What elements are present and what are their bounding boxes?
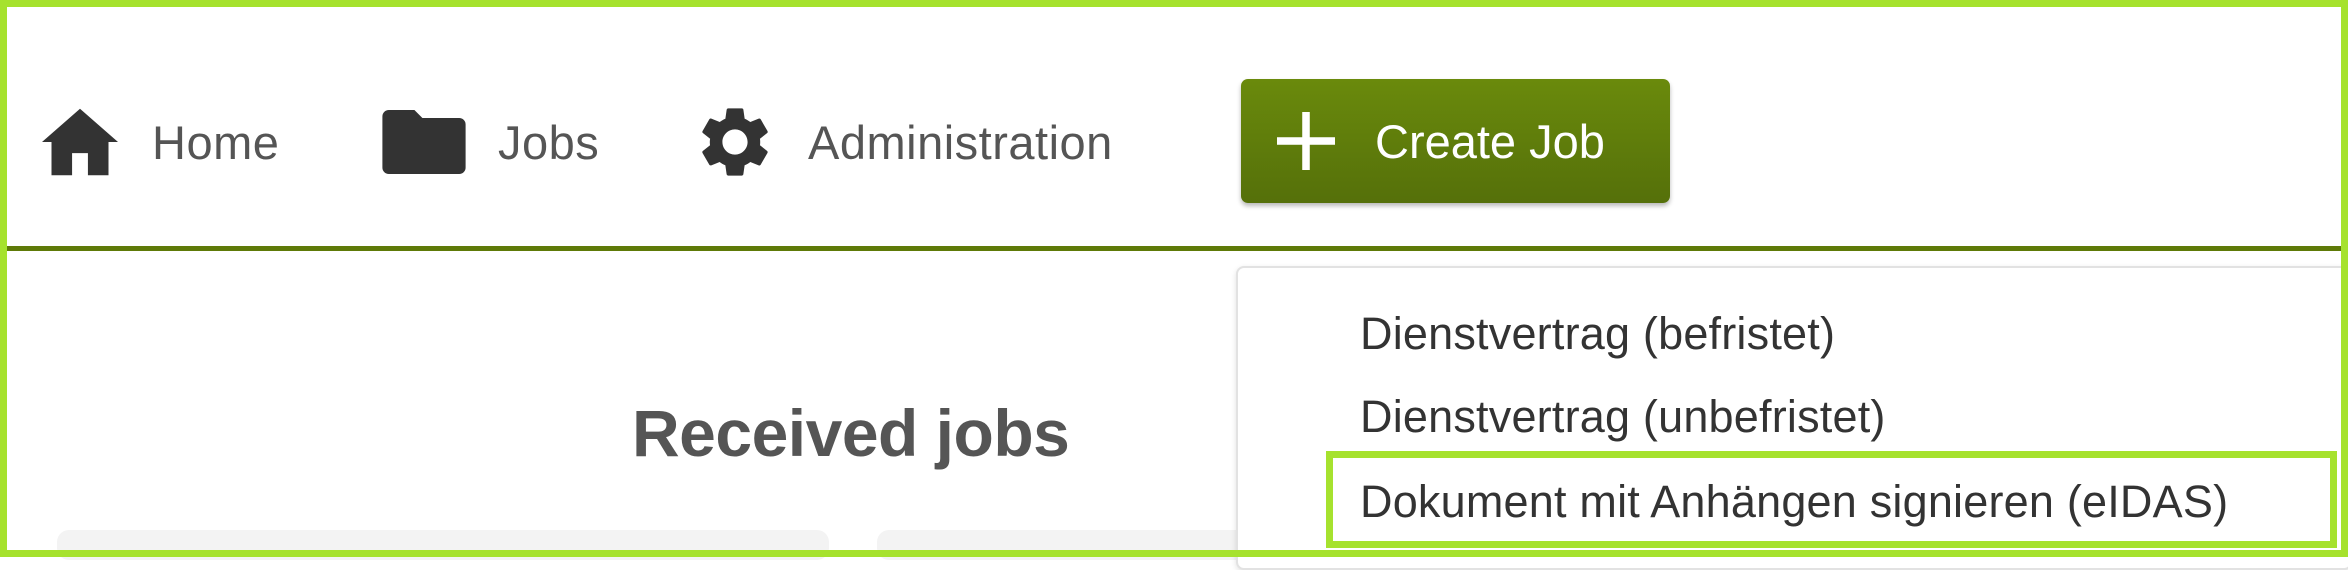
- nav-jobs-label: Jobs: [498, 115, 600, 169]
- menu-item-dienstvertrag-befristet[interactable]: Dienstvertrag (befristet): [1360, 308, 1835, 360]
- create-job-dropdown: Dienstvertrag (befristet) Dienstvertrag …: [1236, 266, 2348, 570]
- create-job-label: Create Job: [1375, 114, 1605, 168]
- nav-administration-label: Administration: [808, 115, 1113, 169]
- nav-home[interactable]: Home: [42, 95, 279, 189]
- menu-item-dokument-signieren-eidas[interactable]: Dokument mit Anhängen signieren (eIDAS): [1360, 476, 2228, 528]
- nav-home-label: Home: [152, 115, 280, 169]
- menu-item-dienstvertrag-unbefristet[interactable]: Dienstvertrag (unbefristet): [1360, 391, 1886, 443]
- job-card[interactable]: [877, 530, 1277, 560]
- create-job-button[interactable]: Create Job: [1241, 79, 1670, 203]
- folder-icon: [382, 110, 466, 174]
- gear-icon: [693, 100, 777, 184]
- plus-icon: [1277, 112, 1335, 170]
- home-icon: [42, 108, 118, 176]
- top-navbar: Home Jobs Administration Create Job: [7, 7, 2341, 251]
- page-title: Received jobs: [632, 396, 1070, 470]
- job-card[interactable]: [57, 530, 829, 560]
- nav-administration[interactable]: Administration: [693, 95, 1113, 189]
- nav-jobs[interactable]: Jobs: [382, 95, 599, 189]
